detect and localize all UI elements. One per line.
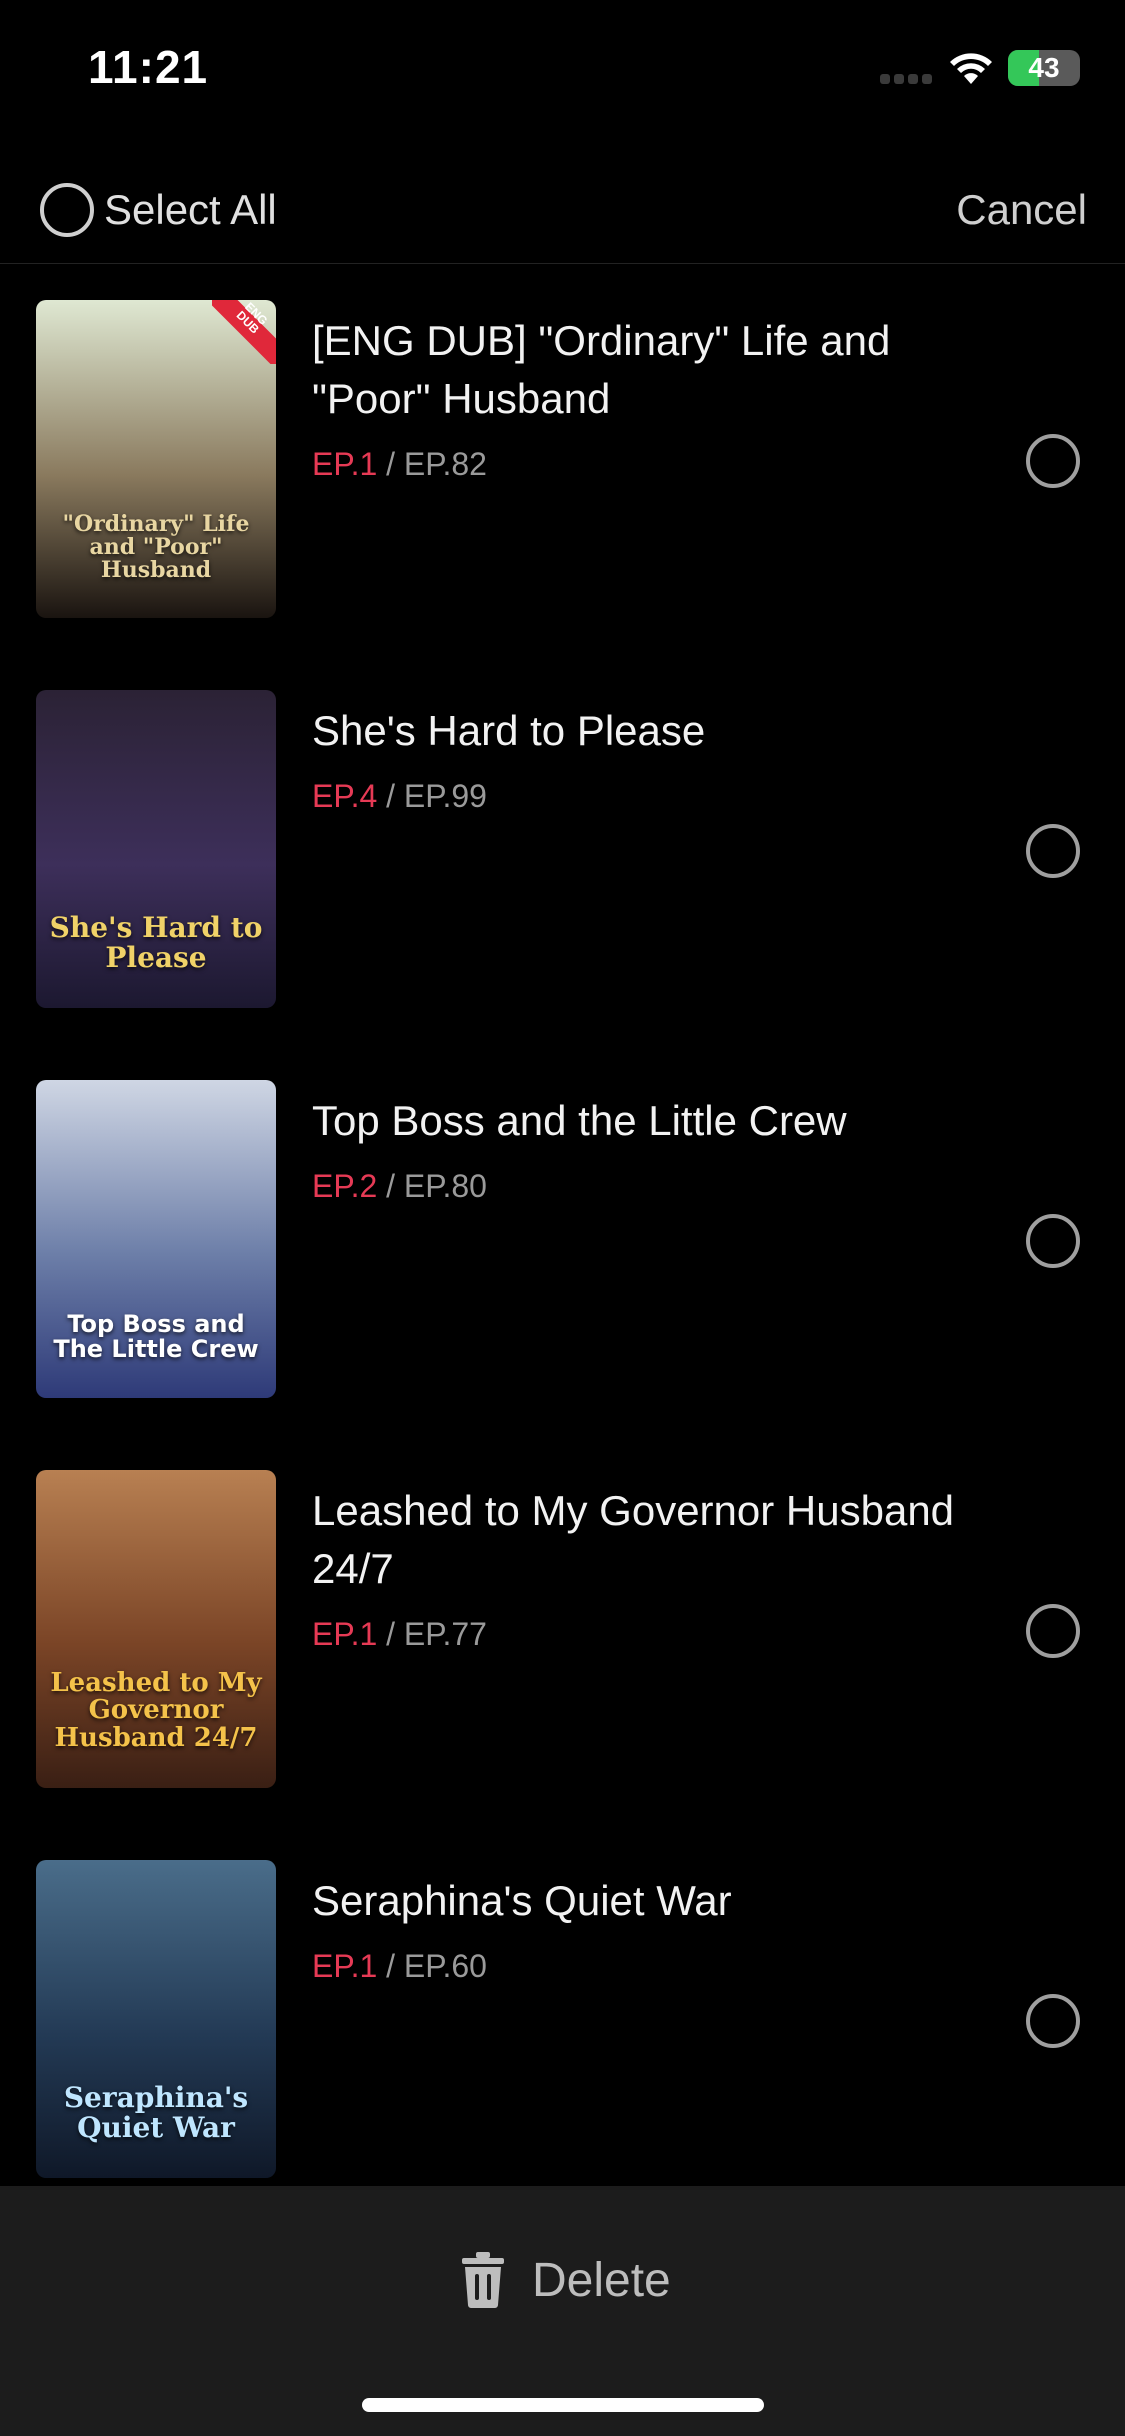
- drama-title: She's Hard to Please: [312, 707, 706, 754]
- poster-title: Seraphina's Quiet War: [63, 2081, 249, 2144]
- list-item[interactable]: She's Hard to Please She's Hard to Pleas…: [0, 690, 1125, 1080]
- wifi-icon: [950, 53, 992, 84]
- current-episode: EP.1: [312, 446, 378, 482]
- edit-header: Select All Cancel: [0, 160, 1125, 264]
- total-episodes: EP.77: [403, 1616, 487, 1652]
- poster-thumbnail[interactable]: Leashed to My Governor Husband 24/7: [36, 1470, 276, 1788]
- item-select-radio-icon[interactable]: [1026, 824, 1080, 878]
- status-time: 11:21: [88, 41, 209, 93]
- battery-percentage: 43: [1028, 52, 1060, 83]
- poster-title: "Ordinary" Life and "Poor" Husband: [62, 510, 250, 583]
- current-episode: EP.4: [312, 778, 378, 814]
- item-info: Leashed to My Governor Husband 24/7 EP.1…: [312, 1482, 1012, 1653]
- current-episode: EP.1: [312, 1948, 378, 1984]
- poster-thumbnail[interactable]: Top Boss and The Little Crew: [36, 1080, 276, 1398]
- select-all-button[interactable]: Select All: [40, 170, 277, 250]
- delete-label: Delete: [532, 2253, 671, 2307]
- drama-title: Top Boss and the Little Crew: [312, 1097, 847, 1144]
- list-item[interactable]: "Ordinary" Life and "Poor" Husband ENG D…: [0, 300, 1125, 690]
- drama-title: Seraphina's Quiet War: [312, 1877, 732, 1924]
- poster-title: Top Boss and The Little Crew: [53, 1309, 259, 1363]
- item-select-radio-icon[interactable]: [1026, 1994, 1080, 2048]
- total-episodes: EP.82: [403, 446, 487, 482]
- total-episodes: EP.60: [403, 1948, 487, 1984]
- delete-button[interactable]: Delete: [460, 2238, 671, 2322]
- item-select-radio-icon[interactable]: [1026, 1214, 1080, 1268]
- poster-title: Leashed to My Governor Husband 24/7: [50, 1668, 262, 1753]
- item-info: Seraphina's Quiet War EP.1 / EP.60: [312, 1872, 1012, 1985]
- home-indicator[interactable]: [362, 2398, 764, 2412]
- poster-thumbnail[interactable]: She's Hard to Please: [36, 690, 276, 1008]
- screen: 11:21 43 Select All Cancel "Ordinary" Li…: [0, 0, 1125, 2436]
- total-episodes: EP.80: [403, 1168, 487, 1204]
- item-select-radio-icon[interactable]: [1026, 1604, 1080, 1658]
- drama-title: Leashed to My Governor Husband 24/7: [312, 1487, 955, 1592]
- list-item[interactable]: Top Boss and The Little Crew Top Boss an…: [0, 1080, 1125, 1470]
- episode-progress: EP.1 / EP.60: [312, 1948, 487, 1984]
- select-all-radio-icon[interactable]: [40, 183, 94, 237]
- current-episode: EP.2: [312, 1168, 378, 1204]
- poster-thumbnail[interactable]: "Ordinary" Life and "Poor" Husband ENG D…: [36, 300, 276, 618]
- current-episode: EP.1: [312, 1616, 378, 1652]
- select-all-label: Select All: [104, 186, 277, 233]
- cellular-signal-icon: [880, 72, 932, 84]
- cancel-button[interactable]: Cancel: [956, 170, 1087, 250]
- item-info: [ENG DUB] "Ordinary" Life and "Poor" Hus…: [312, 312, 1012, 483]
- eng-dub-badge: ENG DUB: [212, 300, 276, 364]
- poster-title: She's Hard to Please: [49, 911, 263, 974]
- item-info: Top Boss and the Little Crew EP.2 / EP.8…: [312, 1092, 1012, 1205]
- status-bar: 11:21 43: [0, 0, 1125, 140]
- item-select-radio-icon[interactable]: [1026, 434, 1080, 488]
- episode-progress: EP.2 / EP.80: [312, 1168, 487, 1204]
- poster-thumbnail[interactable]: Seraphina's Quiet War: [36, 1860, 276, 2178]
- list-item[interactable]: Leashed to My Governor Husband 24/7 Leas…: [0, 1470, 1125, 1860]
- trash-icon: [462, 2252, 504, 2308]
- item-info: She's Hard to Please EP.4 / EP.99: [312, 702, 1012, 815]
- history-list: "Ordinary" Life and "Poor" Husband ENG D…: [0, 300, 1125, 2250]
- total-episodes: EP.99: [403, 778, 487, 814]
- episode-progress: EP.1 / EP.82: [312, 446, 487, 482]
- episode-progress: EP.1 / EP.77: [312, 1616, 487, 1652]
- drama-title: [ENG DUB] "Ordinary" Life and "Poor" Hus…: [312, 317, 891, 422]
- episode-progress: EP.4 / EP.99: [312, 778, 487, 814]
- battery-icon: 43: [1008, 50, 1080, 86]
